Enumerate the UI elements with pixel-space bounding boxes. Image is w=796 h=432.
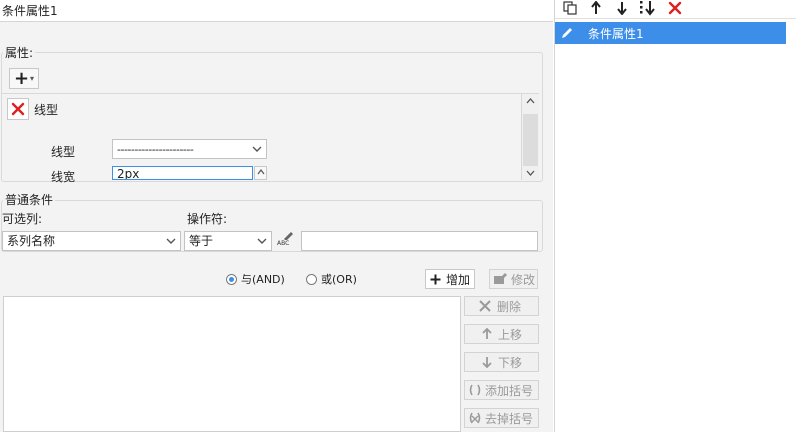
remove-property-button[interactable]: [7, 98, 29, 120]
arrow-up-icon: [482, 328, 492, 339]
chevron-up-icon[interactable]: [526, 98, 535, 104]
abc-text-icon: ABC: [277, 240, 290, 247]
property-item-area: 线型 线型 ---------------------- 线宽 2px: [2, 93, 539, 184]
condition-list[interactable]: [3, 296, 461, 432]
move-up-label: 上移: [498, 327, 523, 342]
modify-condition-button[interactable]: 修改: [489, 269, 538, 289]
line-width-input[interactable]: 2px: [112, 166, 253, 180]
close-icon: [11, 102, 25, 116]
operator-select[interactable]: 等于: [184, 231, 272, 251]
column-select[interactable]: 系列名称: [2, 231, 181, 251]
copy-icon[interactable]: [561, 0, 579, 16]
condition-value-input[interactable]: [301, 231, 538, 251]
radio-unchecked-icon: [306, 273, 317, 285]
arrow-down-icon[interactable]: [613, 0, 631, 16]
line-type-value: ----------------------: [117, 143, 194, 156]
edit-icon: [494, 273, 507, 284]
chevron-down-icon: [253, 232, 271, 250]
add-label: 增加: [446, 272, 471, 287]
add-bracket-label: 添加括号: [485, 383, 534, 398]
chevron-down-icon: [248, 140, 266, 158]
chevron-down-icon: [162, 232, 180, 250]
add-condition-button[interactable]: 增加: [425, 269, 475, 289]
delete-icon[interactable]: [666, 0, 684, 16]
or-radio[interactable]: 或(OR): [306, 271, 357, 287]
radio-checked-icon: [226, 273, 237, 285]
pencil-icon: [284, 232, 293, 240]
and-radio[interactable]: 与(AND): [226, 271, 285, 287]
and-label: 与(AND): [241, 273, 285, 286]
property-item-title: 线型: [34, 103, 59, 117]
chevron-down-icon[interactable]: [526, 170, 535, 176]
left-panel: 条件属性1 属性: + ▾ 线型 线型 --------------------…: [0, 0, 553, 432]
value-type-button[interactable]: ABC: [276, 229, 298, 251]
line-type-select[interactable]: ----------------------: [112, 139, 267, 159]
delete-label: 删除: [497, 299, 522, 314]
chevron-up-icon: [257, 169, 264, 175]
close-icon: [479, 300, 491, 312]
arrow-down-icon: [482, 357, 492, 368]
add-property-button[interactable]: + ▾: [9, 68, 39, 89]
condition-name-input[interactable]: 条件属性1: [0, 0, 553, 22]
plus-icon: [430, 274, 441, 284]
chevron-down-icon: ▾: [30, 74, 35, 83]
move-up-button[interactable]: 上移: [464, 324, 539, 344]
move-to-bottom-icon[interactable]: [639, 0, 657, 16]
property-scrollbar[interactable]: [521, 94, 539, 180]
parentheses-icon: [469, 384, 481, 396]
remove-bracket-label: 去掉括号: [485, 411, 534, 426]
optional-column-label: 可选列:: [2, 212, 43, 226]
remove-bracket-button[interactable]: 去掉括号: [464, 408, 539, 428]
or-label: 或(OR): [321, 273, 357, 286]
modify-label: 修改: [511, 272, 536, 287]
scrollbar-thumb[interactable]: [523, 114, 538, 166]
add-bracket-button[interactable]: 添加括号: [464, 380, 539, 400]
arrow-up-icon[interactable]: [587, 0, 605, 16]
property-legend: 属性:: [3, 44, 36, 61]
plus-icon: +: [13, 67, 30, 89]
move-down-button[interactable]: 下移: [464, 352, 539, 372]
line-type-label: 线型: [51, 145, 76, 159]
column-value: 系列名称: [7, 234, 56, 248]
condition-legend: 普通条件: [3, 191, 56, 208]
list-toolbar: [555, 0, 796, 19]
operator-value: 等于: [189, 234, 214, 248]
right-panel: 条件属性1: [554, 0, 796, 432]
pencil-icon: [562, 28, 572, 38]
list-item-label: 条件属性1: [588, 26, 644, 41]
operator-label: 操作符:: [187, 212, 228, 226]
remove-parentheses-icon: [469, 412, 481, 424]
list-item-selected[interactable]: 条件属性1: [555, 22, 786, 44]
line-width-spinner[interactable]: [254, 166, 267, 180]
delete-button[interactable]: 删除: [464, 296, 539, 316]
line-width-label: 线宽: [51, 170, 76, 184]
move-down-label: 下移: [498, 355, 523, 370]
